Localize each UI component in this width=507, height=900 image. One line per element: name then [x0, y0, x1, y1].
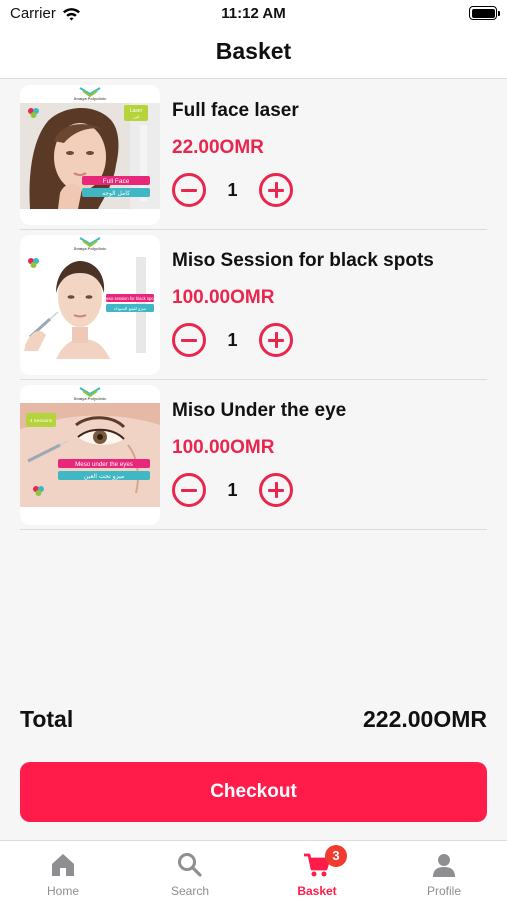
tab-label: Search [170, 884, 210, 898]
product-image: Smaya Polyclinic Laser ليزر Full Face كا… [20, 85, 160, 225]
image-caption: Meso session for black spots [103, 296, 157, 301]
basket-item: Smaya Polyclinic 4 Sessions Meso under t… [20, 380, 487, 530]
total-label: Total [20, 706, 74, 732]
miso-eye-product-image: Smaya Polyclinic 4 Sessions Meso under t… [20, 385, 160, 525]
tab-basket[interactable]: 3 Basket [254, 841, 380, 900]
image-caption-ar: ميزو للبقع السوداء [114, 306, 146, 311]
item-name: Full face laser [172, 100, 299, 121]
miso-spots-product-image: Smaya Polyclinic Meso session for black … [20, 235, 160, 375]
navigation-bar: Basket [0, 28, 507, 79]
quantity-value: 1 [227, 180, 238, 200]
total-value: 222.00OMR [362, 706, 487, 732]
item-name: Miso Under the eye [172, 400, 347, 421]
brand-text: Smaya Polyclinic [74, 246, 107, 251]
laser-product-image: Smaya Polyclinic Laser ليزر Full Face كا… [20, 85, 160, 225]
quantity-stepper: 1 [172, 473, 294, 507]
status-time: 11:12 AM [221, 5, 286, 22]
sessions-tag: 4 Sessions [30, 418, 53, 423]
search-icon [178, 853, 202, 877]
basket-item: Smaya Polyclinic Meso session for black … [20, 230, 487, 380]
decrease-quantity-button[interactable] [172, 173, 206, 207]
basket-item: Smaya Polyclinic Laser ليزر Full Face كا… [20, 80, 487, 230]
product-image: Smaya Polyclinic 4 Sessions Meso under t… [20, 385, 160, 525]
quantity-stepper: 1 [172, 173, 294, 207]
increase-quantity-button[interactable] [259, 323, 293, 357]
item-price: 100.00OMR [172, 437, 275, 458]
tab-bar: Home Search 3 Basket Profile [0, 840, 507, 900]
brand-text: Smaya Polyclinic [74, 396, 107, 401]
increase-quantity-button[interactable] [259, 473, 293, 507]
page-title: Basket [215, 38, 292, 64]
checkout-button[interactable]: Checkout [20, 762, 487, 822]
quantity-stepper: 1 [172, 323, 294, 357]
image-caption-ar: ميزو تحت العين [84, 473, 124, 480]
image-caption: Full Face [103, 178, 130, 185]
quantity-value: 1 [227, 330, 238, 350]
brand-text: Smaya Polyclinic [74, 96, 107, 101]
image-caption-ar: كامل الوجه [102, 190, 130, 197]
profile-icon [433, 854, 455, 877]
product-image: Smaya Polyclinic Meso session for black … [20, 235, 160, 375]
quantity-value: 1 [227, 480, 238, 500]
tab-label: Basket [297, 884, 337, 898]
total-row: Total 222.00OMR [20, 706, 487, 736]
item-price: 100.00OMR [172, 287, 275, 308]
decrease-quantity-button[interactable] [172, 323, 206, 357]
home-icon [52, 854, 74, 876]
increase-quantity-button[interactable] [259, 173, 293, 207]
item-name: Miso Session for black spots [172, 250, 434, 271]
image-tag-label-ar: ليزر [132, 114, 140, 119]
image-caption: Meso under the eyes [75, 461, 133, 468]
tab-profile[interactable]: Profile [381, 841, 507, 900]
tab-home[interactable]: Home [0, 841, 126, 900]
battery-icon [469, 6, 500, 20]
cart-count-badge: 3 [325, 845, 347, 867]
status-bar: Carrier 11:12 AM [0, 0, 507, 28]
decrease-quantity-button[interactable] [172, 473, 206, 507]
tab-label: Home [46, 884, 79, 898]
tab-search[interactable]: Search [127, 841, 253, 900]
basket-list: Smaya Polyclinic Laser ليزر Full Face كا… [20, 80, 487, 530]
item-price: 22.00OMR [172, 137, 264, 158]
tab-label: Profile [426, 884, 461, 898]
